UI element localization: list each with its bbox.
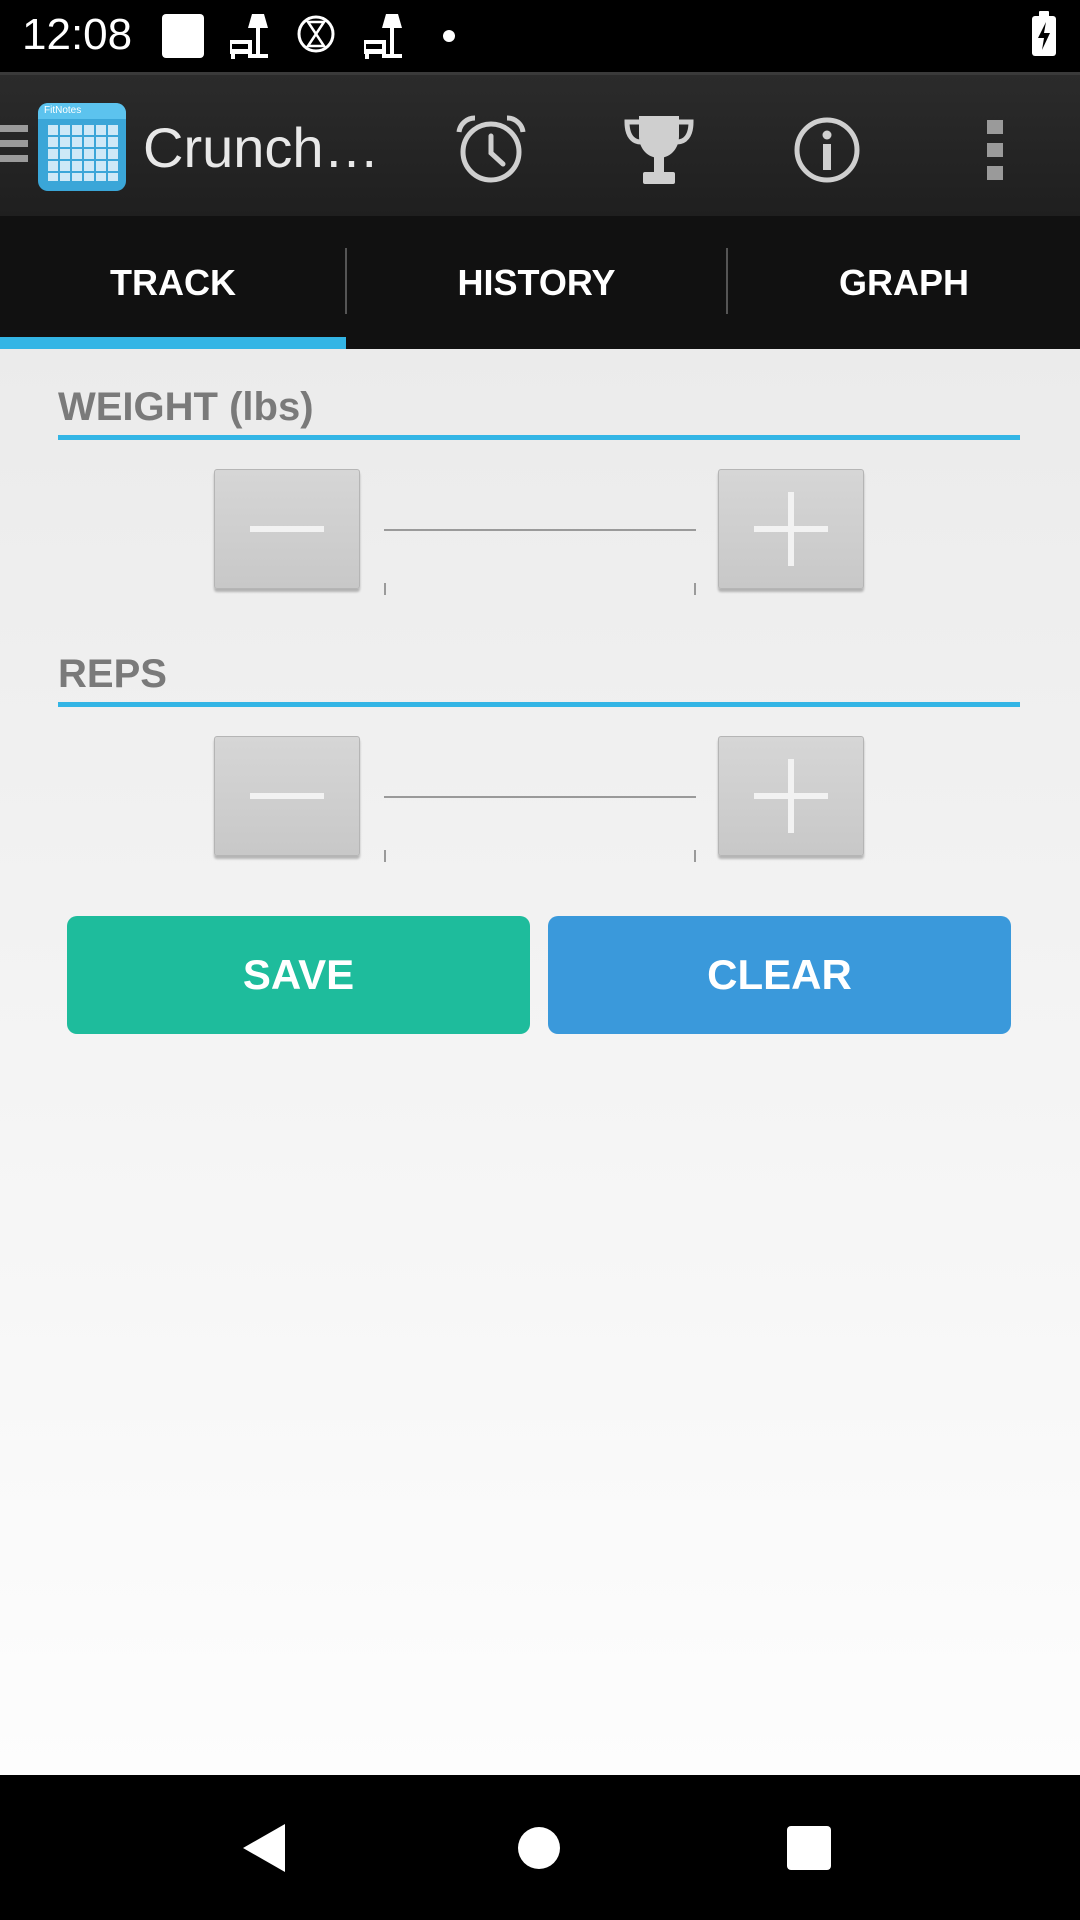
lamp-icon — [364, 14, 402, 59]
plus-icon — [754, 492, 828, 566]
tab-label: HISTORY — [457, 261, 616, 303]
weight-decrement-button[interactable] — [214, 469, 360, 589]
track-content: WEIGHT (lbs) REPS SAVE CLEAR — [0, 349, 1080, 1775]
exercise-title: Crunch… — [143, 116, 380, 179]
clear-button[interactable]: CLEAR — [548, 916, 1011, 1034]
reps-input[interactable] — [384, 736, 696, 798]
navigation-bar — [0, 1775, 1080, 1920]
weight-input-underline — [384, 581, 696, 595]
tab-graph[interactable]: GRAPH — [728, 216, 1080, 349]
save-button[interactable]: SAVE — [67, 916, 530, 1034]
plus-icon — [754, 759, 828, 833]
lamp-icon — [230, 14, 268, 59]
weight-input[interactable] — [384, 469, 696, 531]
tab-history[interactable]: HISTORY — [347, 216, 726, 349]
reps-label: REPS — [58, 652, 167, 696]
weight-increment-button[interactable] — [718, 469, 864, 589]
action-bar: FitNotes Crunch… — [0, 72, 1080, 216]
status-time: 12:08 — [22, 10, 133, 59]
app-logo[interactable]: FitNotes — [38, 103, 126, 191]
drawer-menu-icon[interactable] — [0, 125, 28, 169]
trophy-icon[interactable] — [614, 105, 704, 195]
minus-icon — [250, 793, 324, 799]
section-divider — [58, 435, 1020, 440]
status-bar: 12:08 — [0, 0, 1080, 72]
notification-square-icon — [162, 14, 204, 58]
section-divider — [58, 702, 1020, 707]
logo-text: FitNotes — [38, 103, 126, 119]
reps-increment-button[interactable] — [718, 736, 864, 856]
reps-input-underline — [384, 848, 696, 862]
selected-tab-indicator — [0, 337, 346, 349]
tab-label: GRAPH — [838, 261, 969, 303]
home-icon[interactable] — [479, 1775, 599, 1920]
overflow-menu-icon[interactable] — [950, 105, 1040, 195]
minus-icon — [250, 526, 324, 532]
back-icon[interactable] — [205, 1775, 325, 1920]
weight-label: WEIGHT (lbs) — [58, 385, 314, 429]
dot-icon — [443, 30, 455, 42]
tab-label: TRACK — [110, 261, 236, 303]
tab-track[interactable]: TRACK — [0, 216, 346, 349]
reps-decrement-button[interactable] — [214, 736, 360, 856]
battery-charging-icon — [1032, 11, 1056, 56]
tab-bar: TRACK HISTORY GRAPH — [0, 216, 1080, 349]
recents-icon[interactable] — [749, 1775, 869, 1920]
alarm-clock-icon[interactable] — [446, 105, 536, 195]
hourglass-icon — [297, 15, 335, 53]
info-icon[interactable] — [782, 105, 872, 195]
